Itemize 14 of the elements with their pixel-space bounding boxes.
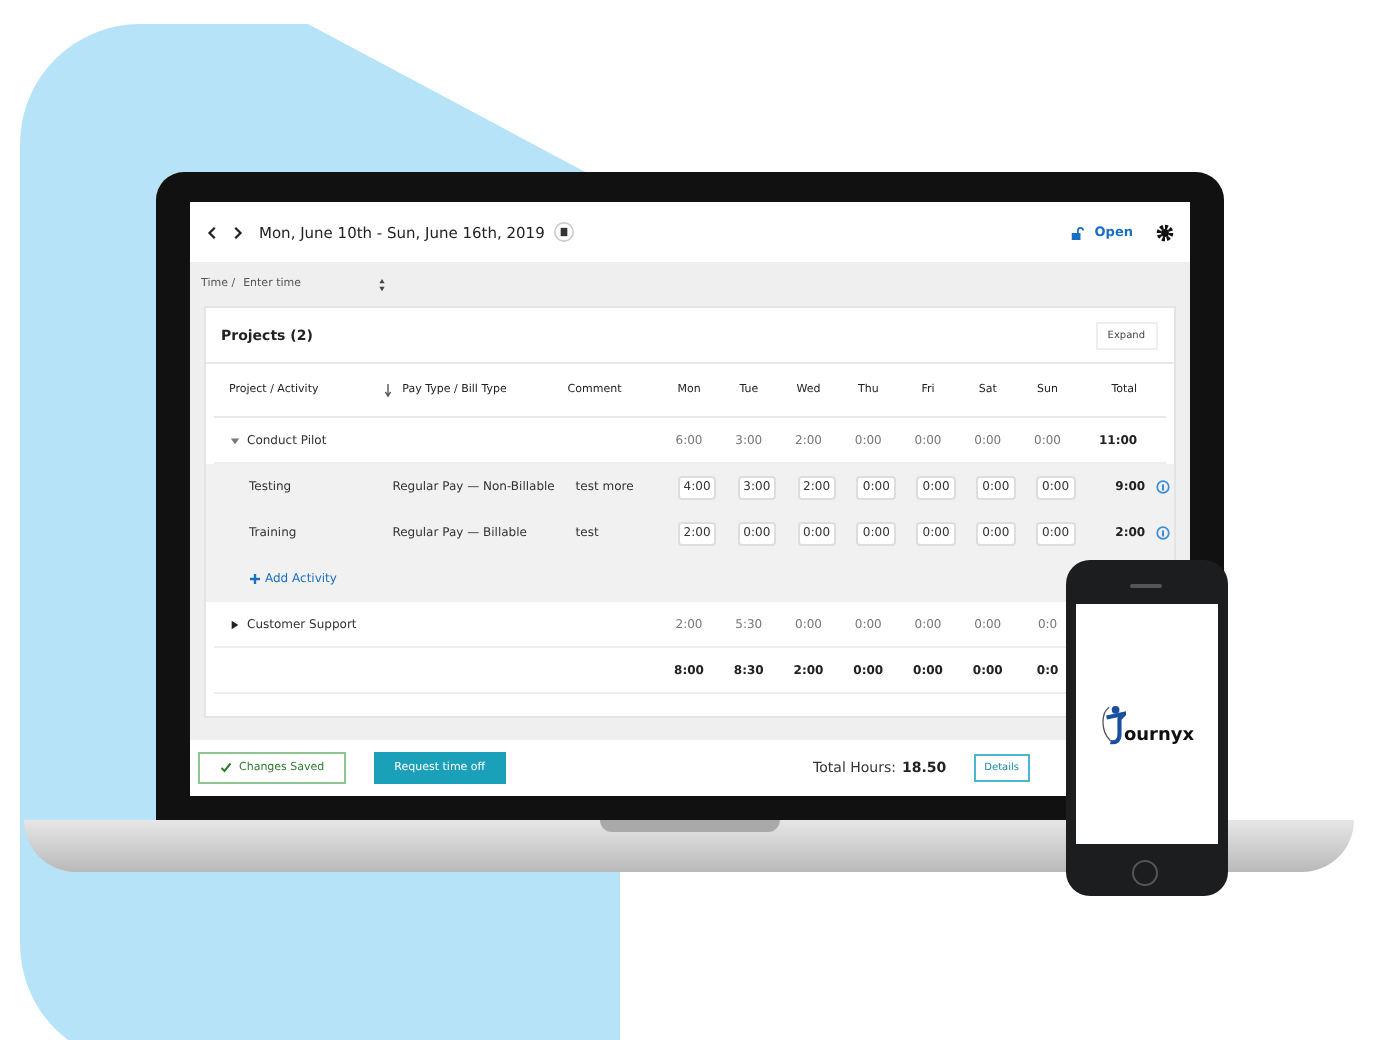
sort-arrow-icon[interactable]	[384, 383, 393, 397]
expand-toggle-icon[interactable]	[229, 435, 239, 445]
person-logo-icon	[1099, 702, 1126, 746]
home-button-icon	[1132, 860, 1158, 886]
info-icon[interactable]	[1155, 526, 1170, 540]
logo-text: ournyx	[1123, 726, 1195, 746]
calendar-icon[interactable]	[554, 222, 575, 242]
info-icon[interactable]	[1155, 480, 1170, 494]
check-icon	[219, 762, 231, 774]
expand-toggle-icon[interactable]	[229, 619, 239, 629]
settings-icon[interactable]	[1155, 223, 1173, 241]
plus-icon	[249, 574, 259, 584]
lock-icon	[1070, 225, 1085, 239]
sort-icon[interactable]	[377, 277, 385, 291]
